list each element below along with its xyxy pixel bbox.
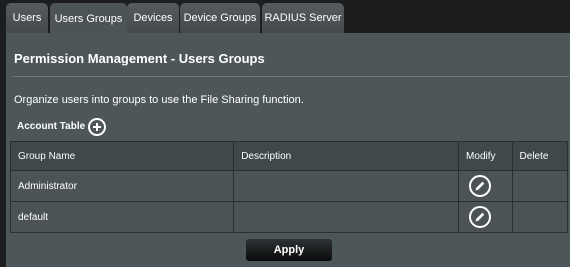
page-description: Organize users into groups to use the Fi… [14,94,304,106]
column-header-delete: Delete [511,141,569,171]
column-header-group-name: Group Name [9,141,235,171]
cell-group-name: default [9,201,235,233]
edit-button[interactable] [469,175,492,197]
cell-group-name: Administrator [9,170,235,202]
account-table-label: Account Table [17,121,86,132]
page: Users Users Groups Devices Device Groups… [0,0,570,267]
cell-description [233,170,460,202]
cell-delete [511,201,569,233]
column-header-description: Description [233,141,460,171]
table-header-row: Group Name Description Modify Delete [9,141,569,171]
table-row: default [9,201,569,233]
title-divider [12,76,569,77]
column-header-modify: Modify [458,141,513,171]
apply-button[interactable]: Apply [246,239,332,261]
cell-description [233,201,460,233]
tab-users-groups[interactable]: Users Groups [50,3,127,34]
tab-device-groups[interactable]: Device Groups [180,3,260,33]
tab-radius-server[interactable]: RADIUS Server [262,3,344,33]
account-table: Group Name Description Modify Delete Adm… [9,141,569,233]
content-panel: Permission Management - Users Groups Org… [6,33,570,267]
add-group-button[interactable] [88,118,106,136]
table-row: Administrator [9,170,569,202]
cell-delete [511,170,569,202]
edit-icon [475,212,485,222]
tab-users[interactable]: Users [6,3,48,33]
edit-icon [475,181,485,191]
cell-modify [458,170,513,202]
tab-devices[interactable]: Devices [127,3,179,33]
edit-button[interactable] [469,206,492,228]
cell-modify [458,201,513,233]
page-title: Permission Management - Users Groups [14,51,265,66]
